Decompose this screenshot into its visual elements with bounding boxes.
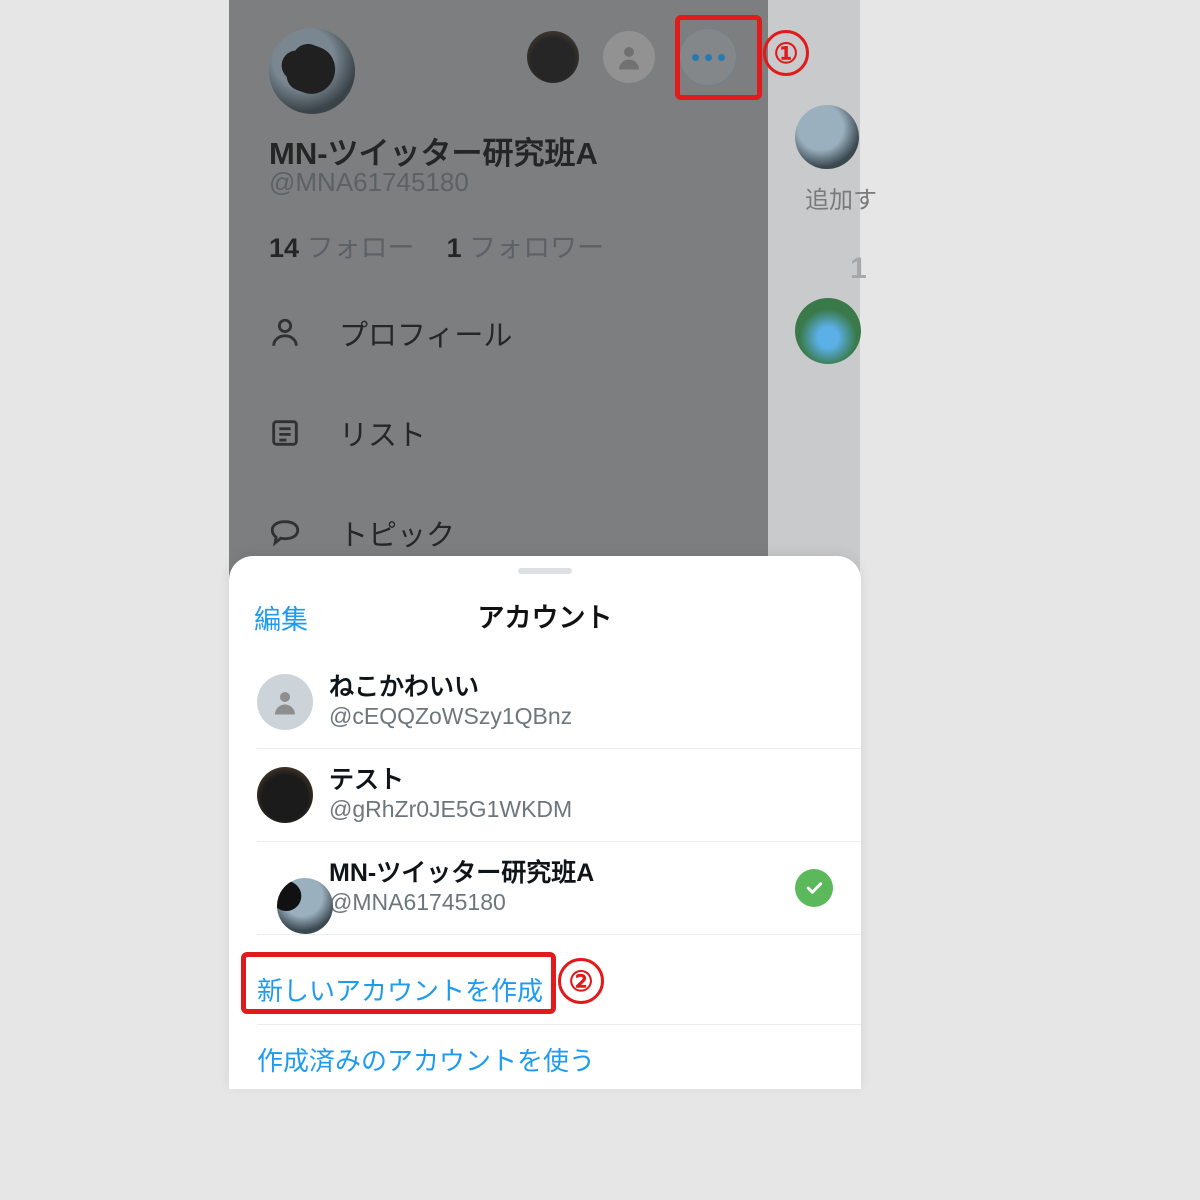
annotation-highlight-1 <box>675 15 762 100</box>
account-avatar <box>257 767 313 823</box>
sheet-grab-handle[interactable] <box>518 568 572 574</box>
fleet-avatar[interactable] <box>795 105 859 169</box>
account-avatar <box>257 674 313 730</box>
sheet-title: アカウント <box>229 596 861 635</box>
account-handle: @cEQQZoWSzy1QBnz <box>329 702 572 732</box>
account-name: ねこかわいい <box>329 672 572 702</box>
account-row[interactable]: テスト @gRhZr0JE5G1WKDM <box>257 749 861 842</box>
selected-check-icon <box>795 869 833 907</box>
annotation-highlight-2 <box>241 952 556 1014</box>
fleet-avatar-2[interactable] <box>795 298 861 364</box>
account-handle: @gRhZr0JE5G1WKDM <box>329 795 572 825</box>
annotation-number-2: ② <box>558 958 604 1004</box>
add-fleet-label: 追加す <box>805 180 877 215</box>
account-name: テスト <box>329 765 572 795</box>
use-existing-account-link[interactable]: 作成済みのアカウントを使う <box>257 1025 861 1094</box>
account-row[interactable]: MN-ツイッター研究班A @MNA61745180 <box>257 842 861 935</box>
person-icon <box>270 687 300 717</box>
account-name: MN-ツイッター研究班A <box>329 858 594 888</box>
fleet-badge: 1 <box>850 252 867 286</box>
account-handle: @MNA61745180 <box>329 888 594 918</box>
account-row[interactable]: ねこかわいい @cEQQZoWSzy1QBnz <box>257 656 861 749</box>
annotation-number-1: ① <box>763 30 809 76</box>
